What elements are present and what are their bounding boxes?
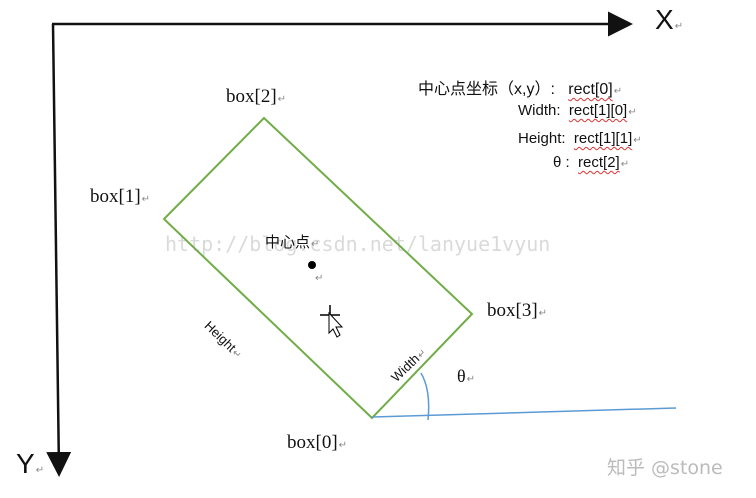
- credit-watermark: 知乎 @stone: [607, 457, 723, 479]
- box2-label: box[2]↵: [226, 86, 287, 107]
- box3-label: box[3]↵: [487, 300, 548, 321]
- horizontal-reference-line: [371, 407, 677, 418]
- legend-row-width: Width: rect[1][0]↵: [518, 102, 637, 119]
- box0-label: box[0]↵: [287, 432, 348, 453]
- watermark: http://blog.csdn.net/lanyue1vyun: [165, 232, 551, 256]
- x-axis-label: X↵: [655, 4, 684, 35]
- y-axis: [46, 23, 72, 477]
- box1-label: box[1]↵: [90, 186, 151, 207]
- diagram-canvas: http://blog.csdn.net/lanyue1vyun X↵ Y↵ b…: [0, 0, 756, 498]
- center-point-mark: ↵: [315, 273, 324, 284]
- move-cursor-icon: [320, 305, 344, 338]
- legend-row-height: Height: rect[1][1]↵: [518, 130, 642, 147]
- center-label: 中心点↵: [265, 234, 320, 251]
- legend-row-theta: θ : rect[2]↵: [553, 154, 630, 171]
- theta-arc: [420, 372, 430, 421]
- theta-label: θ↵: [457, 366, 476, 386]
- y-axis-label: Y↵: [16, 448, 45, 479]
- legend-row-center: 中心点坐标（x,y）: rect[0]↵: [418, 81, 623, 98]
